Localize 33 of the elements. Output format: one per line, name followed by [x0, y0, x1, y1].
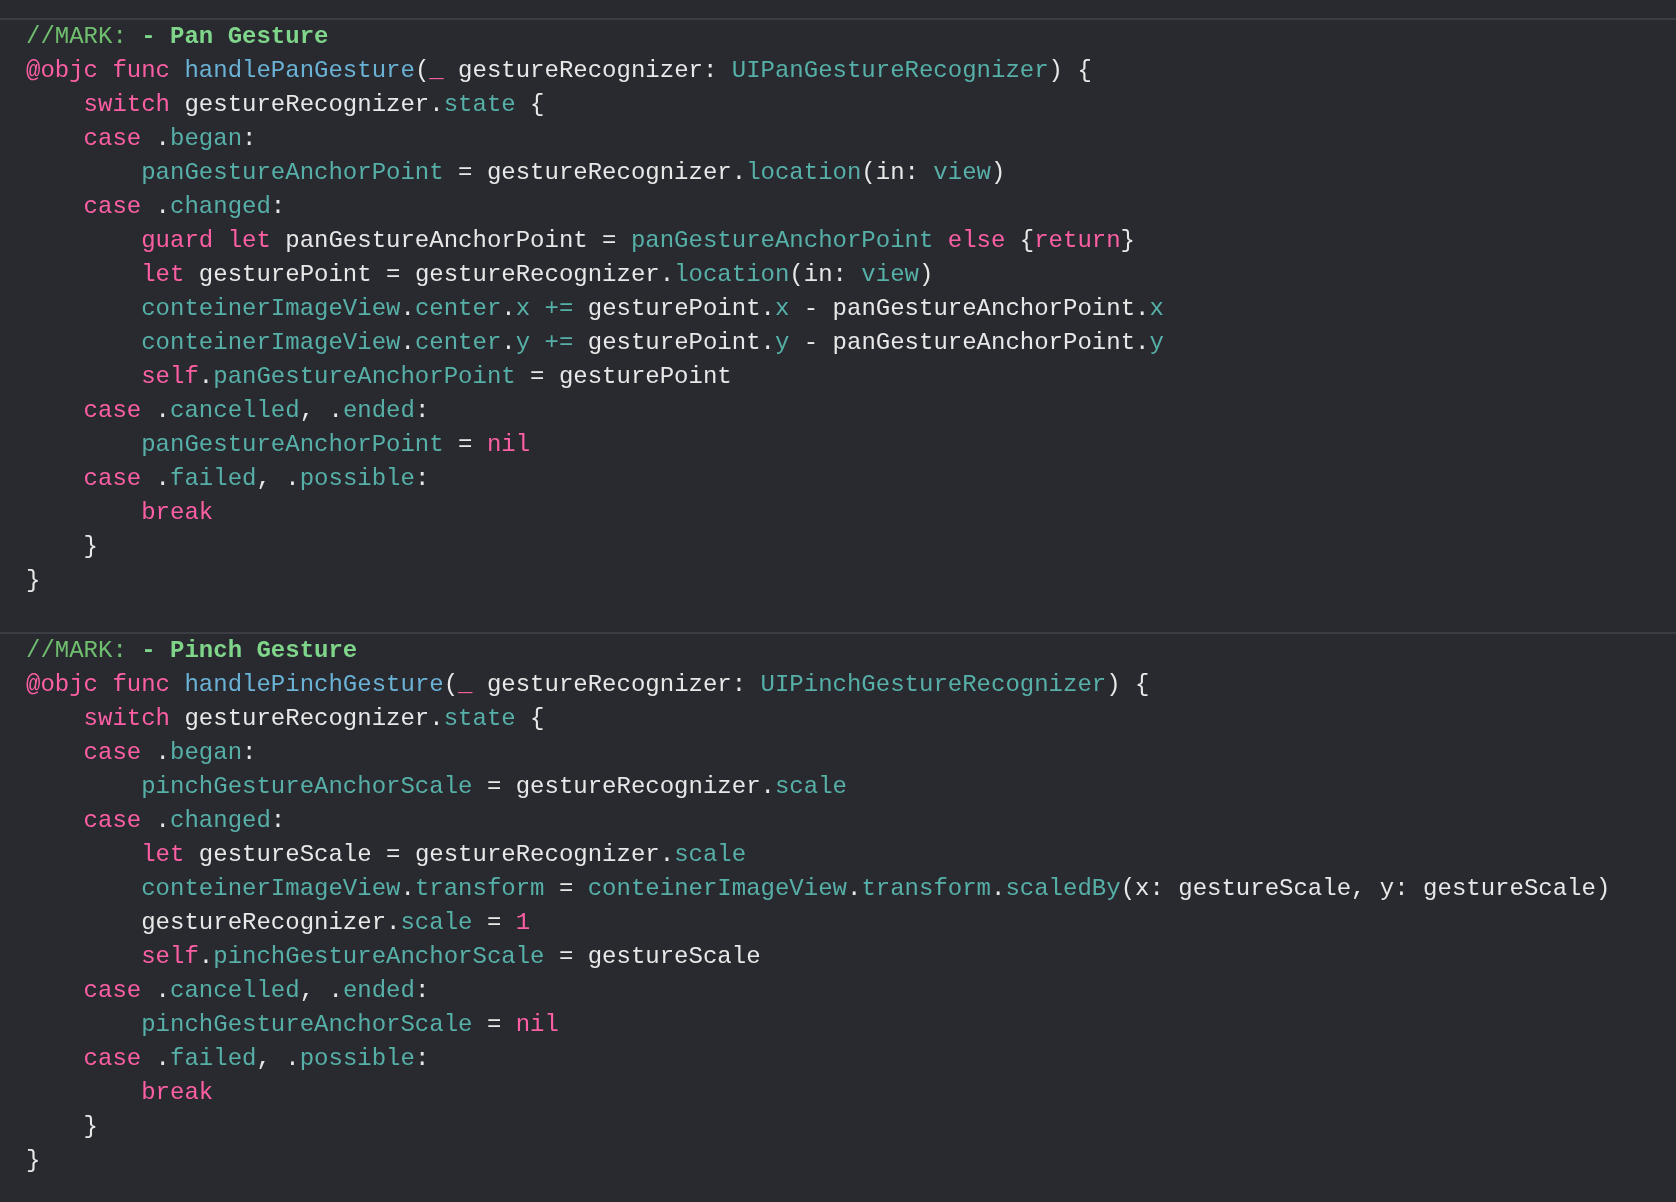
- code-line: case .failed, .possible:: [82, 464, 430, 494]
- code-line: }: [26, 566, 41, 596]
- code-line: }: [26, 1146, 41, 1176]
- code-line: let gestureScale = gestureRecognizer.scale: [140, 840, 747, 870]
- code-line: switch gestureRecognizer.state {: [82, 90, 545, 120]
- code-line: guard let panGestureAnchorPoint = panGestureAnchorPoint else {return}: [140, 226, 1135, 256]
- code-line: case .began:: [82, 124, 257, 154]
- code-line: }: [82, 1112, 98, 1142]
- code-line: case .cancelled, .ended:: [82, 976, 430, 1006]
- code-line: panGestureAnchorPoint = gestureRecognizer.location(in: view): [140, 158, 1006, 188]
- code-line: switch gestureRecognizer.state {: [82, 704, 545, 734]
- code-line: }: [82, 532, 98, 562]
- code-line: case .changed:: [82, 806, 286, 836]
- code-line: conteinerImageView.transform = conteinerImageView.transform.scaledBy(x: gestureScale, y: gestureScale): [140, 874, 1611, 904]
- code-line: case .failed, .possible:: [82, 1044, 430, 1074]
- code-line: break: [140, 498, 214, 528]
- code-line: gestureRecognizer.scale = 1: [140, 908, 531, 938]
- code-line: @objc func handlePinchGesture(_ gestureRecognizer: UIPinchGestureRecognizer) {: [26, 670, 1150, 700]
- code-line: break: [140, 1078, 214, 1108]
- code-line: pinchGestureAnchorScale = gestureRecognizer.scale: [140, 772, 847, 802]
- code-line: //MARK: - Pan Gesture: [26, 22, 329, 52]
- code-line: panGestureAnchorPoint = nil: [140, 430, 531, 460]
- code-line: self.panGestureAnchorPoint = gesturePoint: [140, 362, 732, 392]
- code-line: @objc func handlePanGesture(_ gestureRecognizer: UIPanGestureRecognizer) {: [26, 56, 1092, 86]
- code-line: case .changed:: [82, 192, 286, 222]
- code-line: case .began:: [82, 738, 257, 768]
- code-line: self.pinchGestureAnchorScale = gestureScale: [140, 942, 761, 972]
- code-line: case .cancelled, .ended:: [82, 396, 430, 426]
- code-line: //MARK: - Pinch Gesture: [26, 636, 358, 666]
- code-line: let gesturePoint = gestureRecognizer.location(in: view): [140, 260, 934, 290]
- code-line: pinchGestureAnchorScale = nil: [140, 1010, 559, 1040]
- code-line: conteinerImageView.center.y += gesturePoint.y - panGestureAnchorPoint.y: [140, 328, 1164, 358]
- code-line: conteinerImageView.center.x += gesturePoint.x - panGestureAnchorPoint.x: [140, 294, 1164, 324]
